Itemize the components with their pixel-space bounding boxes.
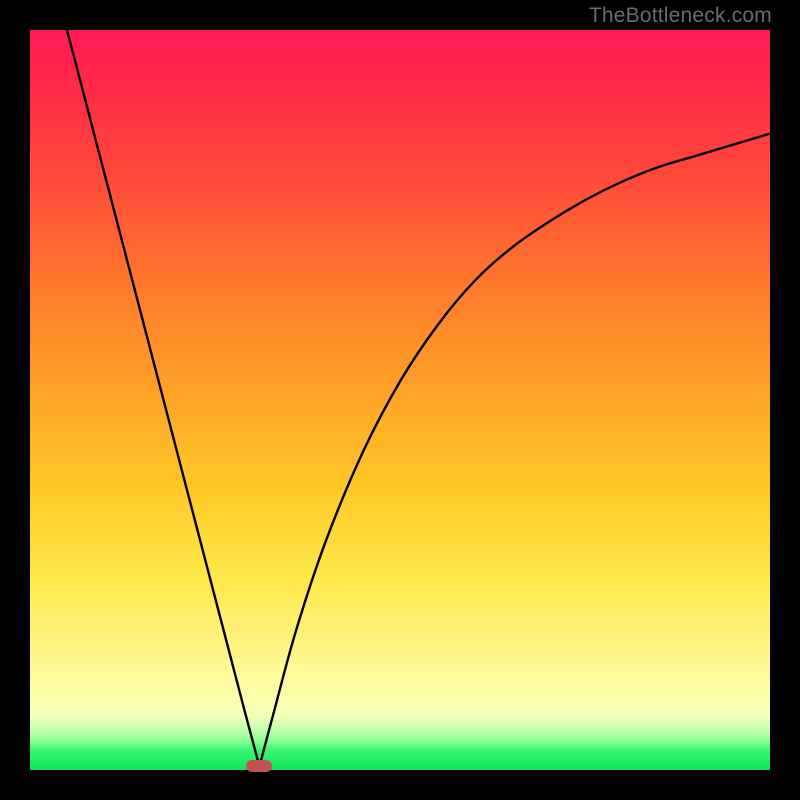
minimum-marker [246, 760, 272, 772]
bottleneck-curve [67, 30, 770, 766]
watermark-text: TheBottleneck.com [589, 4, 772, 28]
curve-layer [30, 30, 770, 770]
chart-frame: TheBottleneck.com [0, 0, 800, 800]
